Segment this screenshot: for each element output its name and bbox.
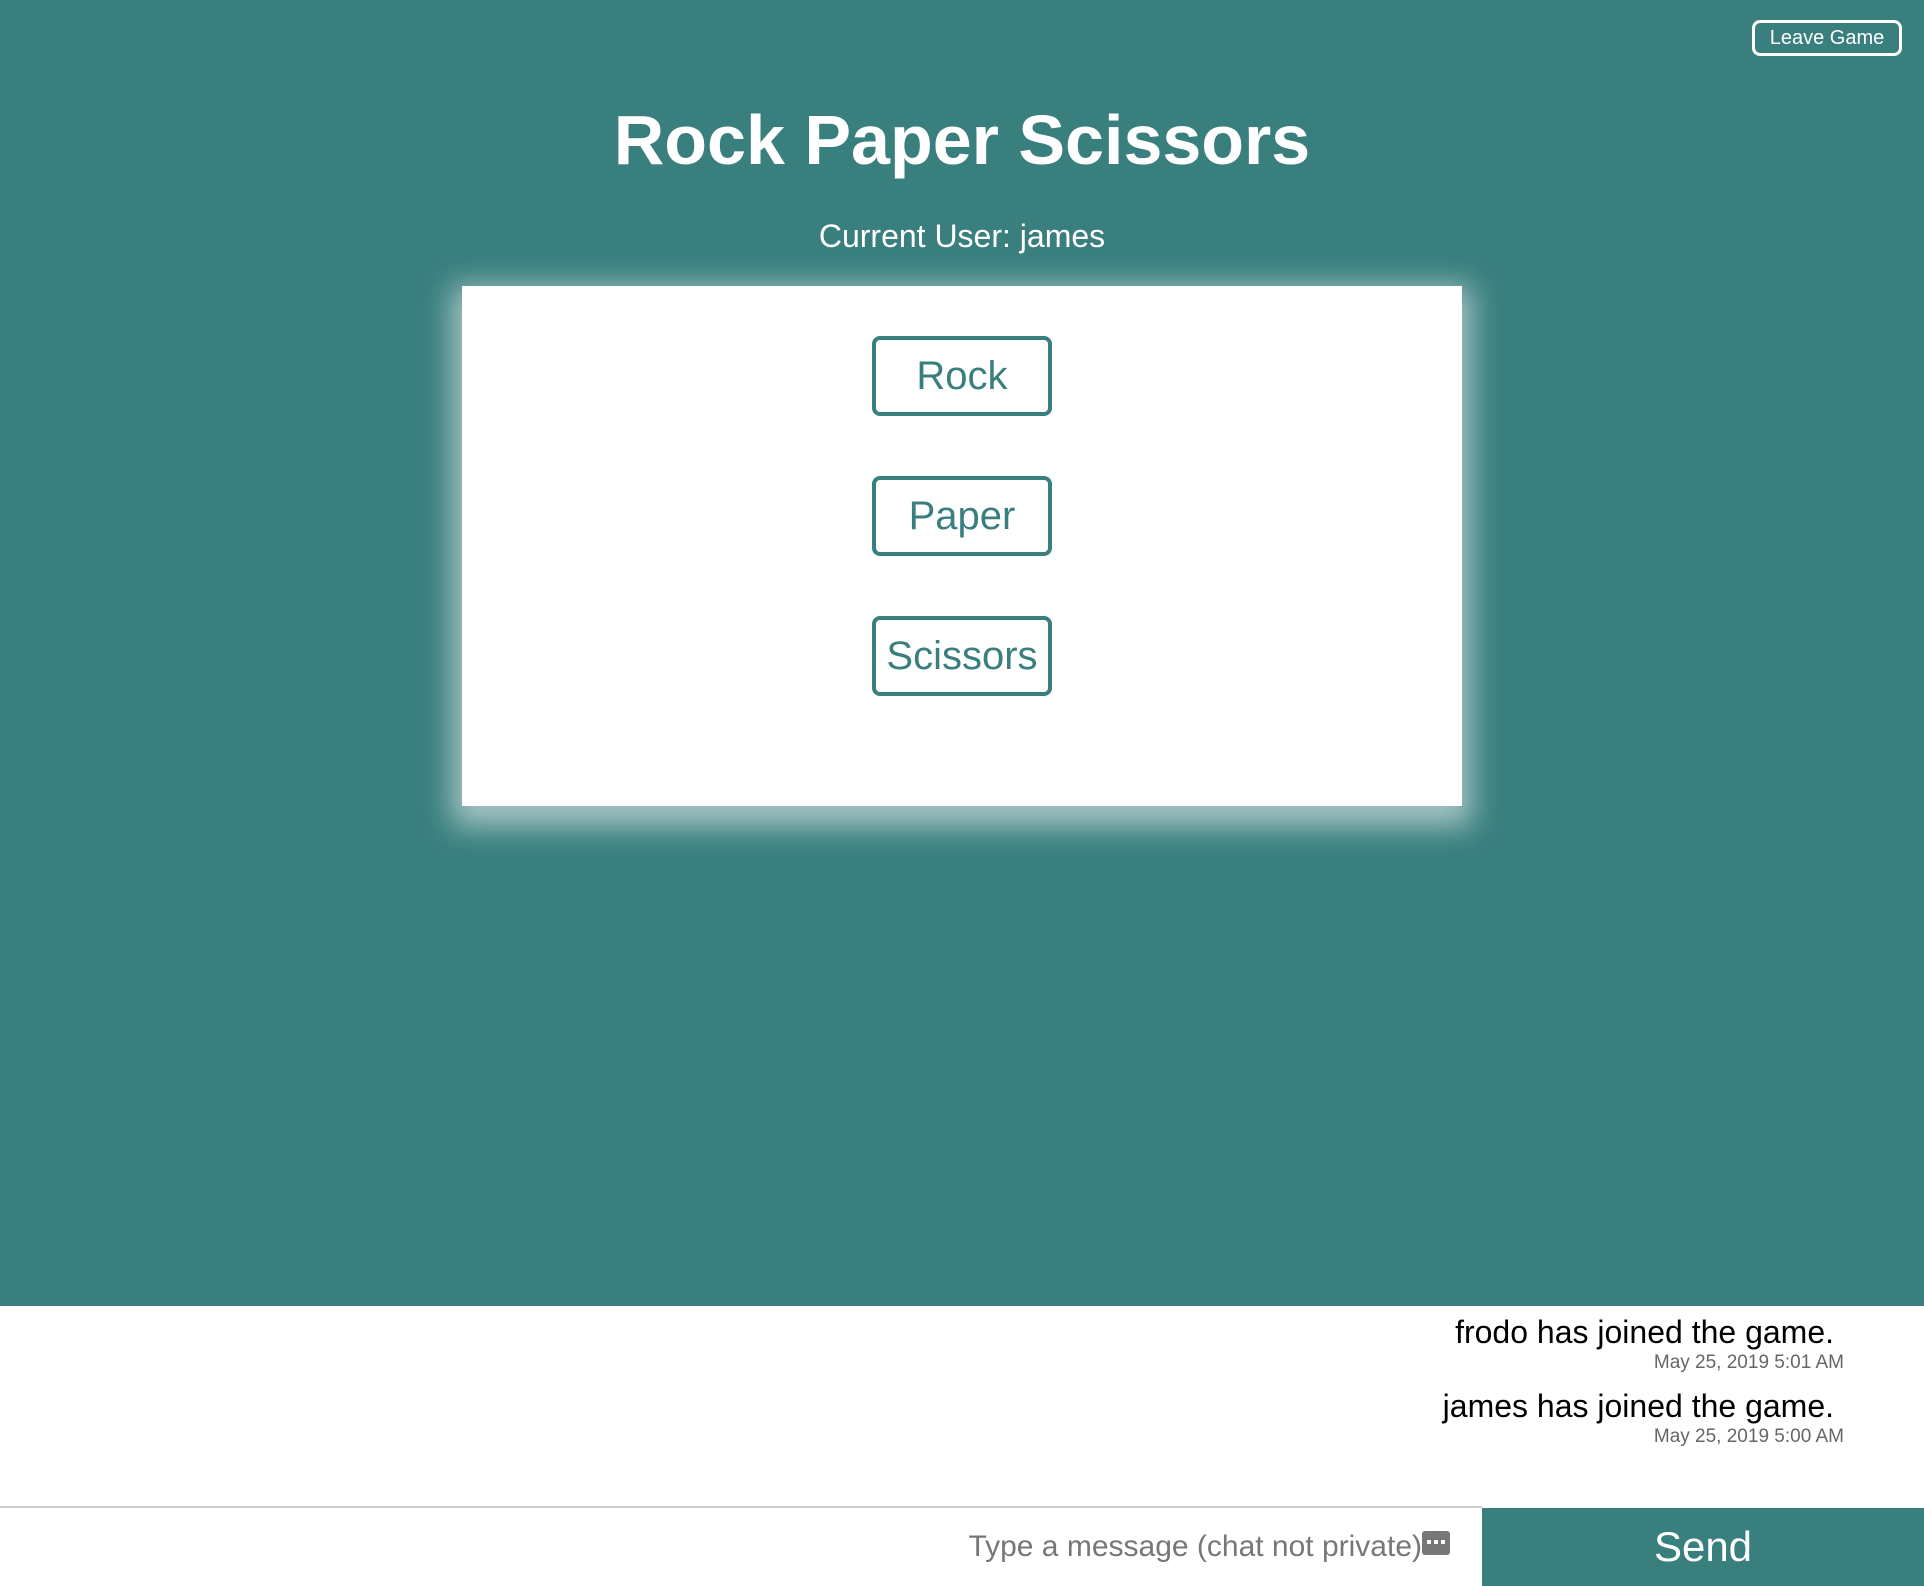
send-button[interactable]: Send — [1482, 1508, 1924, 1586]
game-area: Leave Game Rock Paper Scissors Current U… — [0, 0, 1924, 1306]
chat-message-input[interactable] — [0, 1508, 1482, 1586]
chat-message-text: frodo has joined the game. — [1455, 1314, 1834, 1350]
rock-button[interactable]: Rock — [872, 336, 1052, 416]
scissors-button[interactable]: Scissors — [872, 616, 1052, 696]
chat-message-text: james has joined the game. — [1442, 1388, 1834, 1424]
chat-log[interactable]: frodo has joined the game. May 25, 2019 … — [0, 1306, 1924, 1506]
app-root: Leave Game Rock Paper Scissors Current U… — [0, 0, 1924, 1586]
leave-game-button[interactable]: Leave Game — [1752, 20, 1902, 56]
choice-panel: Rock Paper Scissors — [462, 286, 1462, 806]
chat-message: james has joined the game. May 25, 2019 … — [1443, 1388, 1844, 1450]
page-title: Rock Paper Scissors — [613, 101, 1311, 179]
chat-message: frodo has joined the game. May 25, 2019 … — [1455, 1314, 1844, 1376]
chat-message-timestamp: May 25, 2019 5:00 AM — [1653, 1426, 1844, 1447]
current-user-label: Current User: james — [818, 218, 1106, 254]
paper-button[interactable]: Paper — [872, 476, 1052, 556]
keyboard-icon[interactable] — [1422, 1531, 1450, 1555]
chat-message-timestamp: May 25, 2019 5:01 AM — [1653, 1352, 1844, 1373]
